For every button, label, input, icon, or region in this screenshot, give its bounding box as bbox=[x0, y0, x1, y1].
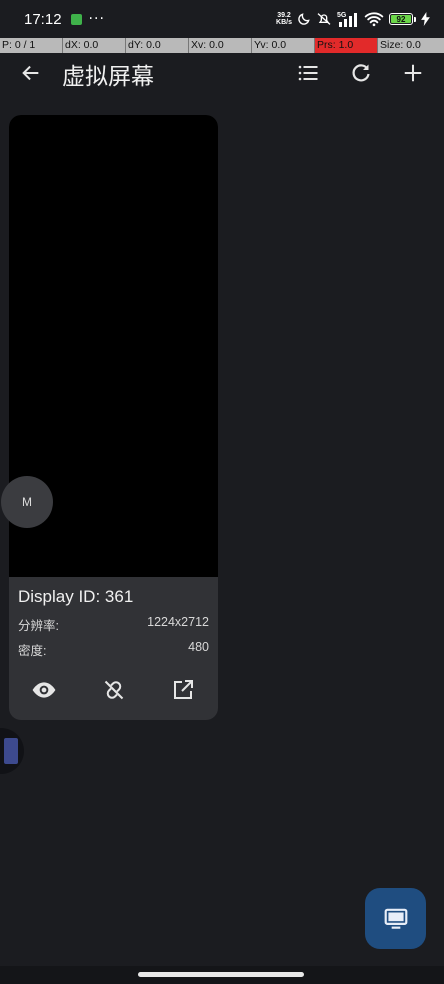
page-title: 虚拟屏幕 bbox=[62, 64, 154, 90]
monitor-icon bbox=[384, 908, 407, 929]
battery-level: 92 bbox=[391, 15, 411, 24]
side-handle-icon bbox=[4, 738, 18, 764]
pointer-pressure: Prs: 1.0 bbox=[315, 38, 378, 53]
refresh-button[interactable] bbox=[348, 60, 374, 86]
pointer-xv: Xv: 0.0 bbox=[189, 38, 252, 53]
navigation-bar bbox=[0, 966, 444, 984]
wifi-icon bbox=[364, 11, 384, 27]
notification-app-icon bbox=[70, 13, 82, 25]
list-button[interactable] bbox=[295, 60, 321, 86]
home-handle[interactable] bbox=[138, 972, 304, 977]
density-label: 密度: bbox=[18, 644, 47, 658]
pointer-size: Size: 0.0 bbox=[380, 39, 421, 51]
pointer-location-bar: P: 0 / 1 dX: 0.0 dY: 0.0 Xv: 0.0 Yv: 0.0… bbox=[0, 38, 444, 53]
arrow-back-icon bbox=[22, 65, 39, 81]
display-id: Display ID: 361 bbox=[18, 587, 134, 606]
add-button[interactable] bbox=[400, 60, 426, 86]
resolution-row: 分辨率: 1224x2712 bbox=[18, 615, 209, 634]
density-row: 密度: 480 bbox=[18, 640, 209, 659]
battery-icon: 92 bbox=[389, 13, 416, 25]
resolution-label: 分辨率: bbox=[18, 619, 59, 633]
network-speed: 39.2 KB/s bbox=[276, 12, 292, 26]
moon-icon bbox=[297, 12, 311, 26]
disconnect-button[interactable] bbox=[101, 677, 127, 703]
pointer-yv: Yv: 0.0 bbox=[252, 38, 315, 53]
network-speed-value: 39.2 bbox=[277, 12, 291, 19]
app-bar: 虚拟屏幕 bbox=[0, 53, 444, 93]
status-icons: 39.2 KB/s 5G 92 bbox=[276, 11, 430, 27]
floating-m-button[interactable]: M bbox=[1, 476, 53, 528]
link-off-icon bbox=[104, 680, 123, 700]
status-time: 17:12 bbox=[24, 10, 62, 28]
network-speed-unit: KB/s bbox=[276, 19, 292, 26]
pointer-dx: dX: 0.0 bbox=[63, 38, 126, 53]
pointer-dy: dY: 0.0 bbox=[126, 38, 189, 53]
status-bar: 17:12 ··· 39.2 KB/s 5G 92 bbox=[0, 0, 444, 38]
floating-side-button[interactable] bbox=[0, 728, 24, 774]
display-fab[interactable] bbox=[365, 888, 426, 949]
charging-icon bbox=[421, 12, 430, 26]
display-card[interactable]: Display ID: 361 分辨率: 1224x2712 密度: 480 bbox=[9, 115, 218, 720]
card-actions bbox=[9, 659, 218, 703]
mute-bell-icon bbox=[316, 11, 332, 27]
more-notifications-icon: ··· bbox=[88, 11, 105, 27]
add-icon bbox=[404, 64, 422, 82]
open-external-icon bbox=[174, 680, 193, 699]
eye-icon bbox=[32, 682, 56, 698]
refresh-icon bbox=[352, 64, 370, 82]
signal-label: 5G bbox=[337, 12, 347, 19]
display-info: Display ID: 361 分辨率: 1224x2712 密度: 480 bbox=[9, 577, 218, 659]
cell-signal-icon: 5G bbox=[337, 11, 359, 27]
open-external-button[interactable] bbox=[170, 677, 196, 703]
density-value: 480 bbox=[188, 640, 209, 654]
back-button[interactable] bbox=[18, 60, 44, 86]
pointer-count: P: 0 / 1 bbox=[0, 38, 63, 53]
resolution-value: 1224x2712 bbox=[147, 615, 209, 629]
list-icon bbox=[298, 65, 318, 81]
screen: 17:12 ··· 39.2 KB/s 5G 92 P: 0 / 1 dX: 0… bbox=[0, 0, 444, 984]
view-button[interactable] bbox=[31, 677, 57, 703]
